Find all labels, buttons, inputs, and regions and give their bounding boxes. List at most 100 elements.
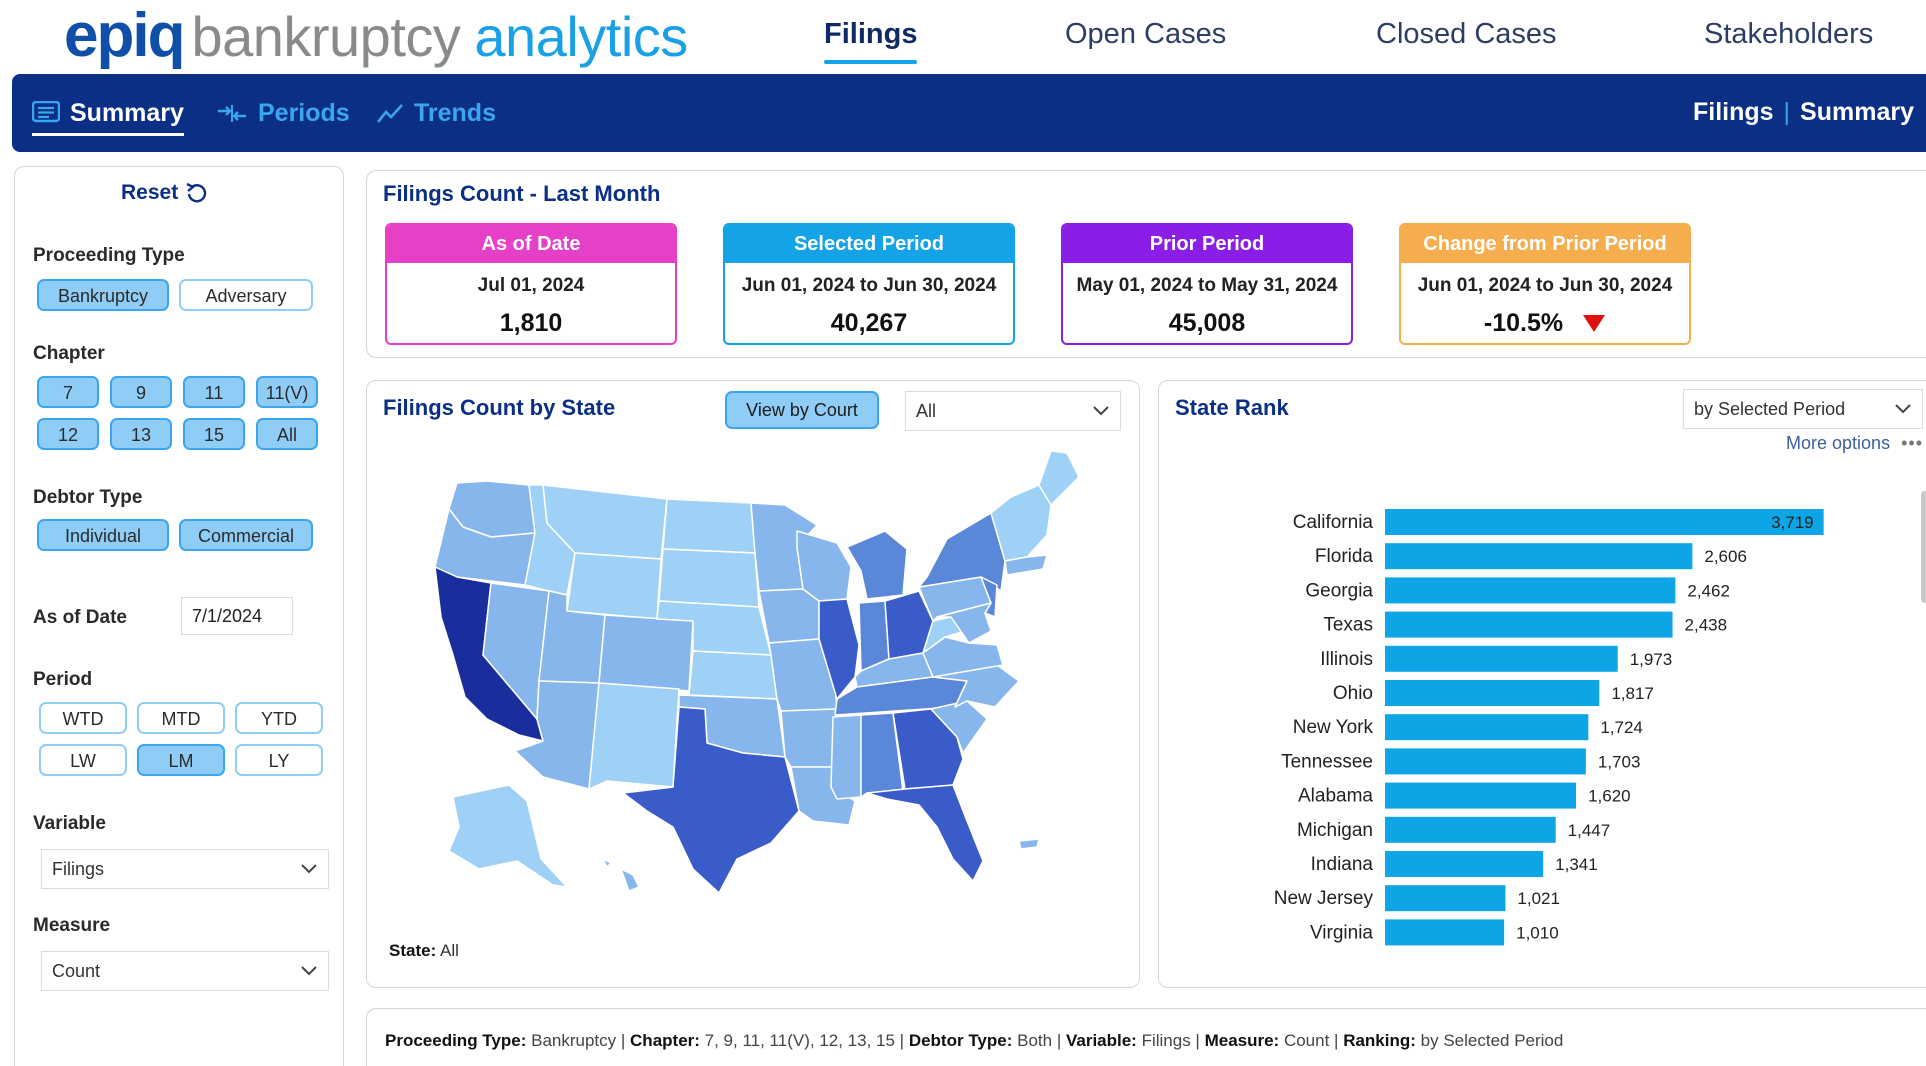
subtab-periods-label: Periods <box>258 98 350 127</box>
period-ly-button[interactable]: LY <box>235 744 323 776</box>
summary-value: Count <box>1279 1031 1330 1050</box>
chapter-12-button[interactable]: 12 <box>37 418 99 450</box>
bar-tennessee[interactable] <box>1385 748 1586 775</box>
subtab-periods[interactable]: Periods <box>216 96 350 130</box>
top-tab-open-cases[interactable]: Open Cases <box>1065 18 1226 58</box>
bar-indiana[interactable] <box>1385 851 1544 877</box>
bar-category-label: Illinois <box>1320 649 1373 670</box>
subtab-summary[interactable]: Summary <box>32 96 184 136</box>
us-choropleth-map[interactable] <box>367 381 1141 989</box>
chapter-11v-button[interactable]: 11(V) <box>256 376 318 408</box>
bar-value-label: 2,438 <box>1685 616 1728 635</box>
map-state-new-york <box>918 512 1006 592</box>
bar-michigan[interactable] <box>1385 816 1556 843</box>
period-ytd-button[interactable]: YTD <box>235 702 323 734</box>
state-rank-bar-chart[interactable]: California 3,719 Florida 2,606 Georgia 2,462 T… <box>1159 381 1926 989</box>
as-of-date-label: As of Date <box>33 607 127 628</box>
kpi-change-row: -10.5% <box>1401 309 1689 338</box>
map-footer-state: State: All <box>389 941 459 961</box>
kpi-card-change: Change from Prior Period Jun 01, 2024 to… <box>1399 223 1691 345</box>
bar-california[interactable] <box>1385 509 1824 535</box>
chapter-11-button[interactable]: 11 <box>183 376 245 408</box>
state-rank-panel: State Rank by Selected Period More optio… <box>1158 380 1926 988</box>
kpi-header: As of Date <box>387 225 675 263</box>
period-label: Period <box>33 669 93 690</box>
bar-florida[interactable] <box>1385 543 1693 570</box>
chapter-all-button[interactable]: All <box>256 418 318 450</box>
map-territory-puerto-rico <box>1018 838 1040 850</box>
bar-new-york[interactable] <box>1385 714 1589 741</box>
measure-label: Measure <box>33 915 111 936</box>
chapter-15-button[interactable]: 15 <box>183 418 245 450</box>
bar-georgia[interactable] <box>1385 577 1676 604</box>
down-arrow-icon <box>1583 315 1606 332</box>
summary-label: Chapter: <box>630 1031 700 1050</box>
chapter-13-button[interactable]: 13 <box>110 418 172 450</box>
reset-button[interactable]: Reset <box>121 181 210 205</box>
debtor-individual-button[interactable]: Individual <box>37 519 169 551</box>
bar-texas[interactable] <box>1385 611 1673 638</box>
bar-new-jersey[interactable] <box>1385 885 1506 912</box>
variable-select-value: Filings <box>52 859 105 879</box>
subtab-trends[interactable]: Trends <box>376 96 496 130</box>
period-mtd-button[interactable]: MTD <box>137 702 225 734</box>
kpi-card-as-of-date: As of Date Jul 01, 2024 1,810 <box>385 223 677 345</box>
chapter-7-button[interactable]: 7 <box>37 376 99 408</box>
summary-separator: | <box>616 1031 631 1050</box>
bar-value-label: 2,606 <box>1704 547 1747 566</box>
kpi-panel-title: Filings Count - Last Month <box>383 181 661 206</box>
measure-select-value: Count <box>52 961 101 981</box>
bar-category-label: New York <box>1293 717 1374 738</box>
logo-epiq: epiq <box>64 1 185 70</box>
breadcrumb-separator: | <box>1783 98 1791 126</box>
kpi-date: Jun 01, 2024 to Jun 30, 2024 <box>741 275 997 296</box>
brand-logo[interactable]: epiq bankruptcy analytics <box>64 1 688 70</box>
summary-separator: | <box>1190 1031 1205 1050</box>
top-tab-stakeholders[interactable]: Stakeholders <box>1704 18 1873 58</box>
summary-label: Proceeding Type: <box>385 1031 527 1050</box>
variable-select[interactable]: Filings <box>41 849 329 889</box>
bar-category-label: Georgia <box>1305 580 1373 601</box>
bar-category-label: New Jersey <box>1274 888 1374 909</box>
chart-scrollbar[interactable] <box>1921 491 1926 603</box>
summary-separator: | <box>894 1031 909 1050</box>
debtor-commercial-button[interactable]: Commercial <box>179 519 313 551</box>
reset-label: Reset <box>121 181 179 204</box>
bar-value-label: 1,620 <box>1588 787 1631 806</box>
chevron-down-icon <box>301 864 317 874</box>
top-tab-filings[interactable]: Filings <box>824 18 918 64</box>
bar-alabama[interactable] <box>1385 782 1577 809</box>
period-wtd-button[interactable]: WTD <box>39 702 127 734</box>
period-lw-button[interactable]: LW <box>39 744 127 776</box>
kpi-value: 40,267 <box>830 309 908 337</box>
summary-label: Variable: <box>1065 1031 1137 1050</box>
bar-ohio[interactable] <box>1385 680 1600 706</box>
as-of-date-input[interactable]: 7/1/2024 <box>181 597 293 635</box>
proceeding-adversary-button[interactable]: Adversary <box>179 279 313 311</box>
bar-category-label: Indiana <box>1311 854 1374 875</box>
proceeding-bankruptcy-button[interactable]: Bankruptcy <box>37 279 169 311</box>
chapter-label: Chapter <box>33 343 105 364</box>
map-state-hawaii <box>602 858 640 892</box>
filter-summary-bar: Proceeding Type: Bankruptcy | Chapter: 7… <box>366 1008 1926 1066</box>
bar-value-label: 1,817 <box>1611 684 1654 703</box>
bar-category-label: Texas <box>1323 615 1373 636</box>
bar-value-label: 1,447 <box>1568 821 1611 840</box>
summary-value: Both <box>1012 1031 1053 1050</box>
measure-select[interactable]: Count <box>41 951 329 991</box>
bar-virginia[interactable] <box>1385 919 1505 946</box>
list-icon <box>32 101 60 123</box>
breadcrumb-page: Summary <box>1800 98 1914 126</box>
top-tab-closed-cases[interactable]: Closed Cases <box>1376 18 1557 58</box>
bar-illinois[interactable] <box>1385 645 1618 672</box>
summary-separator: | <box>1052 1031 1066 1050</box>
map-state-south-dakota <box>658 548 760 608</box>
chapter-9-button[interactable]: 9 <box>110 376 172 408</box>
period-lm-button[interactable]: LM <box>137 744 225 776</box>
trend-line-icon <box>376 104 403 123</box>
map-state-north-dakota <box>662 498 756 554</box>
bar-value-label: 1,021 <box>1517 889 1560 908</box>
map-footer-value: All <box>440 941 459 960</box>
summary-label: Measure: <box>1204 1031 1280 1050</box>
map-state-new-mexico <box>588 682 680 790</box>
